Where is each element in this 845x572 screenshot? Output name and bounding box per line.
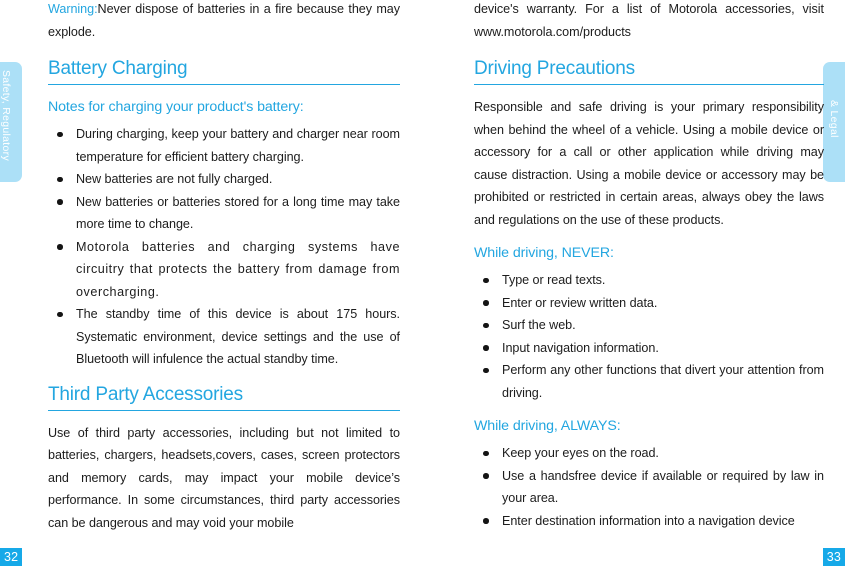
list-item: Use a handsfree device if available or r… [474,465,824,510]
list-item: New batteries or batteries stored for a … [48,191,400,236]
section-battery-charging: Battery Charging [48,56,400,85]
list-item: The standby time of this device is about… [48,303,400,371]
list-item-text: Enter destination information into a nav… [502,513,795,528]
list-item: New batteries are not fully charged. [48,168,400,191]
list-item-text: New batteries or batteries stored for a … [76,194,400,232]
bullet-dot-icon [57,176,63,182]
bullet-dot-icon [57,199,63,205]
bullet-dot-icon [483,300,489,306]
side-tab-label: Safety, Regulatory [0,70,12,161]
list-item: Keep your eyes on the road. [474,442,824,465]
subheading-while-driving-never: While driving, NEVER: [474,245,614,261]
third-party-accessories-paragraph: Use of third party accessories, includin… [48,425,400,530]
bullet-dot-icon [57,131,63,137]
section-third-party-accessories: Third Party Accessories [48,382,400,411]
subheading-notes-for-charging: Notes for charging your product's batter… [48,99,304,115]
right-page-column: device's warranty. For a list of Motorol… [474,0,824,532]
driving-precautions-paragraph: Responsible and safe driving is your pri… [474,100,824,227]
list-item: Type or read texts. [474,269,824,292]
list-item-text: The standby time of this device is about… [76,307,400,366]
subheading-while-driving-always: While driving, ALWAYS: [474,418,621,434]
list-item: Input navigation information. [474,337,824,360]
battery-charging-bullet-list: During charging, keep your battery and c… [48,123,400,371]
page-number-left: 32 [0,548,23,566]
list-item: Surf the web. [474,314,824,337]
list-item-text: Input navigation information. [502,340,659,355]
list-item: Motorola batteries and charging systems … [48,236,400,304]
list-item-text: Use a handsfree device if available or r… [502,468,824,506]
list-item: Enter or review written data. [474,292,824,315]
list-item: During charging, keep your battery and c… [48,123,400,168]
section-heading-battery-charging: Battery Charging [48,56,400,85]
section-heading-third-party-accessories: Third Party Accessories [48,382,400,411]
left-page-column: Warning:Never dispose of batteries in a … [48,0,400,534]
while-driving-always-bullet-list: Keep your eyes on the road. Use a handsf… [474,442,824,532]
section-driving-precautions: Driving Precautions [474,56,824,85]
while-driving-never-bullet-list: Type or read texts. Enter or review writ… [474,269,824,404]
bullet-dot-icon [483,345,489,351]
side-tab-safety-regulatory[interactable]: Safety, Regulatory [0,62,22,182]
list-item-text: New batteries are not fully charged. [76,172,273,186]
bullet-dot-icon [483,367,489,373]
list-item-text: During charging, keep your battery and c… [76,127,400,164]
bullet-dot-icon [483,473,489,479]
continued-paragraph: device's warranty. For a list of Motorol… [474,2,824,39]
left-page: Safety, Regulatory Warning:Never dispose… [0,0,422,572]
list-item-text: Motorola batteries and charging systems … [76,239,400,299]
bullet-dot-icon [483,322,489,328]
page-number-right: 33 [822,548,845,566]
bullet-dot-icon [57,311,63,317]
list-item-text: Perform any other functions that divert … [502,363,824,400]
list-item-text: Type or read texts. [502,273,606,287]
list-item: Perform any other functions that divert … [474,359,824,404]
list-item-text: Surf the web. [502,318,576,332]
side-tab-legal[interactable]: & Legal [823,62,845,182]
list-item-text: Keep your eyes on the road. [502,446,659,460]
side-tab-label: & Legal [828,100,840,138]
warning-label: Warning: [48,2,98,16]
bullet-dot-icon [483,277,489,283]
bullet-dot-icon [57,244,63,250]
right-page: & Legal device's warranty. For a list of… [422,0,845,572]
warning-paragraph: Warning:Never dispose of batteries in a … [48,0,400,43]
warning-text: Never dispose of batteries in a fire bec… [48,2,400,39]
list-item-text: Enter or review written data. [502,295,658,310]
section-heading-driving-precautions: Driving Precautions [474,56,824,85]
bullet-dot-icon [483,518,489,524]
bullet-dot-icon [483,450,489,456]
list-item: Enter destination information into a nav… [474,510,824,533]
